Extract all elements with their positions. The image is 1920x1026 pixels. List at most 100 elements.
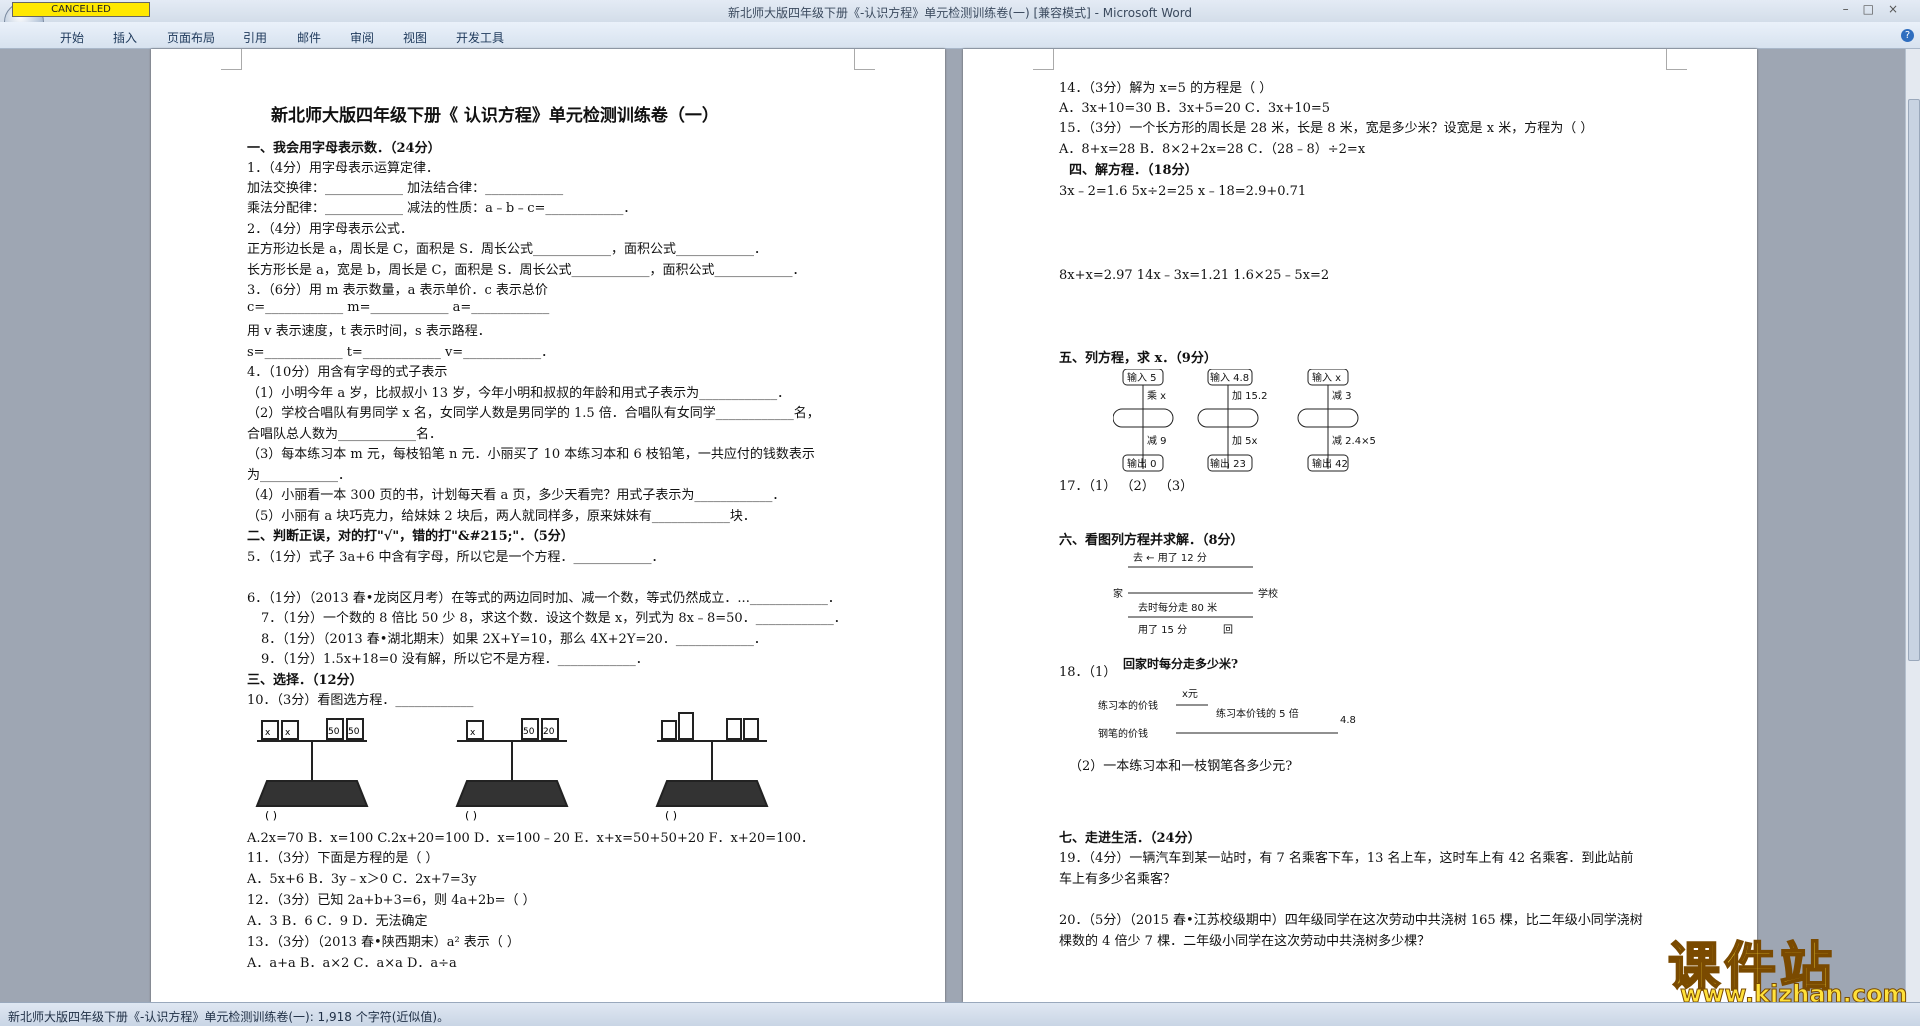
question-line: 19．（4分）一辆汽车到某一站时，有 7 名乘客下车，13 名上车，这时车上有 … [1059, 851, 1634, 866]
window-controls[interactable]: –□× [1843, 2, 1912, 16]
close-icon[interactable]: × [1888, 2, 1912, 16]
walk-diagram: 去 ← 用了 12 分 家 学校 去时每分走 80 米 用了 15 分 回 [1113, 552, 1278, 636]
flow-input: 输入 5 [1127, 371, 1157, 384]
section-heading: 三、选择．（12分） [247, 673, 363, 688]
question-line: 6．（1分）（2013 春•龙岗区月考）在等式的两边同时加、减一个数，等式仍然成… [247, 591, 841, 606]
question-line: 18．（1） [1059, 665, 1117, 680]
question-line: 14．（3分）解为 x=5 的方程是（ ） [1059, 81, 1273, 96]
equation-line: 8x+x=2.97 14x﹣3x=1.21 1.6×25﹣5x=2 [1059, 268, 1330, 283]
question-line: 15．（3分）一个长方形的周长是 28 米，长是 8 米，宽是多少米？设宽是 x… [1059, 121, 1594, 136]
question-line: 为____________． [247, 468, 352, 483]
question-line: 5．（1分）式子 3a+6 中含有字母，所以它是一个方程．___________… [247, 550, 665, 565]
question-line: 1．（4分）用字母表示运算定律． [247, 161, 440, 176]
paren-blank: ( ) [465, 809, 477, 821]
question-line: 车上有多少名乘客？ [1059, 872, 1177, 887]
flow-input: 输入 x [1312, 371, 1341, 384]
question-line: 13．（3分）（2013 春•陕西期末）a² 表示（ ） [247, 935, 520, 950]
question-line: 正方形边长是 a，周长是 C，面积是 S．周长公式____________，面积… [247, 242, 768, 257]
scale-3 [655, 712, 769, 807]
minimize-icon[interactable]: – [1843, 2, 1863, 16]
question-line: （4）小丽看一本 300 页的书，计划每天看 a 页，多少天看完？用式子表示为_… [247, 488, 786, 503]
flowcharts-figure: 输入 5 乘 x 减 9 输出 0 输入 4.8 加 15.2 加 5x 输出 … [1113, 369, 1376, 472]
question-line: A.2x=70 B．x=100 C.2x+20=100 D．x=100﹣20 E… [247, 831, 815, 846]
flow-output: 输出 0 [1127, 457, 1157, 470]
paren-blank: ( ) [665, 809, 677, 821]
tab-developer[interactable]: 开发工具 [456, 29, 504, 46]
flow-3: 输入 x 减 3 减 2.4×5 输出 42 [1297, 369, 1376, 472]
question-line: 11．（3分）下面是方程的是（ ） [247, 851, 439, 866]
section-heading: 七、走进生活．（24分） [1059, 831, 1201, 846]
tab-references[interactable]: 引用 [243, 29, 267, 46]
crop-mark [1666, 49, 1687, 70]
price-total: 4.8 元 [1340, 715, 1358, 726]
question-line: 长方形长是 a，宽是 b，周长是 C，面积是 S．周长公式___________… [247, 263, 806, 278]
section-heading: 一、我会用字母表示数．（24分） [247, 141, 441, 156]
question-line: A．3x+10=30 B．3x+5=20 C．3x+10=5 [1059, 101, 1331, 116]
scale-label: x [265, 728, 271, 738]
status-text: 新北师大版四年级下册《-认识方程》单元检测训练卷(一): 1,918 个字符(近… [8, 1010, 450, 1024]
price-row: 钢笔的价钱 [1098, 727, 1148, 740]
question-line: 20．（5分）（2015 春•江苏校级期中）四年级同学在这次劳动中共浇树 165… [1059, 913, 1643, 928]
question-line: A．8+x=28 B．8×2+2x=28 C．（28﹣8）÷2=x [1059, 142, 1366, 157]
price-times: 练习本价钱的 5 倍 [1216, 707, 1299, 720]
status-bar: 新北师大版四年级下册《-认识方程》单元检测训练卷(一): 1,918 个字符(近… [0, 1002, 1920, 1026]
question-line: 7．（1分）一个数的 8 倍比 50 少 8，求这个数．设这个数是 x，列式为 … [261, 611, 847, 626]
walk-speed: 去时每分走 80 米 [1138, 601, 1217, 614]
tab-insert[interactable]: 插入 [113, 29, 137, 46]
walk-home: 家 [1113, 587, 1123, 600]
walk-bottom: 用了 15 分 [1138, 624, 1187, 636]
question-line: 17．（1） （2） （3） [1059, 479, 1194, 494]
tab-page-layout[interactable]: 页面布局 [167, 29, 215, 46]
page-title: 新北师大版四年级下册《 认识方程》单元检测训练卷（一） [271, 106, 719, 126]
document-area: 新北师大版四年级下册《 认识方程》单元检测训练卷（一） 一、我会用字母表示数．（… [0, 49, 1906, 1002]
scale-label: x [285, 728, 291, 738]
price-diagram: 练习本的价钱 x元 钢笔的价钱 练习本价钱的 5 倍 4.8 元 [1098, 689, 1358, 740]
balance-scales-figure: x x 50 50 x 50 20 ( ) ( ) () [255, 712, 769, 821]
flow-op: 减 3 [1332, 390, 1352, 402]
scale-label: 50 [523, 727, 535, 737]
question-line: s=____________ t=____________ v=________… [247, 345, 555, 360]
flow-output: 输出 23 [1210, 457, 1246, 470]
question-line: （1）小明今年 a 岁，比叔叔小 13 岁，今年小明和叔叔的年龄和用式子表示为_… [247, 386, 791, 401]
question-line: 2．（4分）用字母表示公式． [247, 222, 414, 237]
help-icon[interactable]: ? [1901, 29, 1914, 42]
crop-mark [1033, 49, 1054, 70]
ribbon-tabs: 开始 插入 页面布局 引用 邮件 审阅 视图 开发工具 ? [0, 22, 1920, 49]
question-line: 棵数的 4 倍少 7 棵．二年级小同学在这次劳动中共浇树多少棵？ [1059, 934, 1431, 949]
question-line: A．a+a B．a×2 C．a×a D．a÷a [247, 956, 457, 971]
flow-op: 加 15.2 [1232, 390, 1267, 402]
scale-label: 50 [348, 727, 360, 737]
question-line: （5）小丽有 a 块巧克力，给妹妹 2 块后，两人就同样多，原来妹妹有_____… [247, 509, 756, 524]
section-heading: 五、列方程，求 x．（9分） [1059, 351, 1217, 366]
question-line: （3）每本练习本 m 元，每枝铅笔 n 元．小丽买了 10 本练习本和 6 枝铅… [247, 447, 815, 462]
section-heading: 六、看图列方程并求解．（8分） [1059, 533, 1244, 548]
title-bar: CANCELLED 新北师大版四年级下册《-认识方程》单元检测训练卷(一) [兼… [0, 0, 1920, 42]
flow-1: 输入 5 乘 x 减 9 输出 0 [1113, 369, 1174, 472]
tab-view[interactable]: 视图 [403, 29, 427, 46]
walk-back: 回 [1223, 624, 1233, 636]
question-line: 9．（1分）1.5x+18=0 没有解，所以它不是方程．____________… [261, 652, 649, 667]
question-line: 合唱队总人数为____________名． [247, 427, 443, 442]
crop-mark [854, 49, 875, 70]
maximize-icon[interactable]: □ [1863, 2, 1888, 16]
vertical-scrollbar[interactable] [1905, 49, 1920, 1002]
section-heading: 二、判断正误，对的打"√"，错的打"&#215;"．（5分） [247, 529, 574, 544]
question-line: A．3 B．6 C．9 D．无法确定 [247, 914, 428, 929]
question-line: （2）一本练习本和一枝钢笔各多少元? [1069, 759, 1293, 774]
question-line: 3．（6分）用 m 表示数量，a 表示单价．c 表示总价 [247, 283, 548, 298]
flow-op: 乘 x [1147, 390, 1166, 402]
tab-home[interactable]: 开始 [60, 29, 84, 46]
page-2[interactable]: 14．（3分）解为 x=5 的方程是（ ） A．3x+10=30 B．3x+5=… [963, 49, 1757, 1002]
question-line: 12．（3分）已知 2a+b+3=6，则 4a+2b=（ ） [247, 893, 536, 908]
flow-input: 输入 4.8 [1210, 371, 1249, 384]
tab-mailings[interactable]: 邮件 [297, 29, 321, 46]
question-line: 乘法分配律：____________ 减法的性质：a﹣b﹣c=_________… [247, 201, 637, 216]
scale-label: 20 [543, 727, 555, 737]
question-line: 10．（3分）看图选方程．____________ [247, 693, 474, 708]
page-1[interactable]: 新北师大版四年级下册《 认识方程》单元检测训练卷（一） 一、我会用字母表示数．（… [151, 49, 945, 1002]
diagram-question: 回家时每分走多少米? [1123, 657, 1239, 671]
flow-op: 加 5x [1232, 435, 1258, 447]
tab-review[interactable]: 审阅 [350, 29, 374, 46]
price-unit: x元 [1182, 689, 1198, 700]
scrollbar-thumb[interactable] [1908, 99, 1920, 661]
